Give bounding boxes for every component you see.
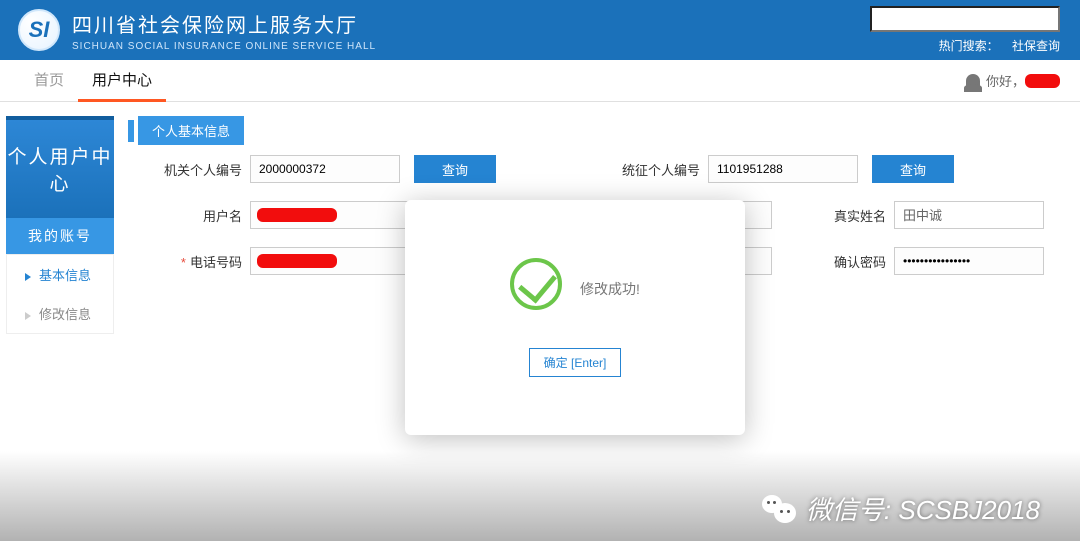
wechat-text: 微信号: SCSBJ2018 — [806, 490, 1040, 527]
wechat-watermark: 微信号: SCSBJ2018 — [762, 490, 1040, 527]
modal-ok-button[interactable]: 确定 [Enter] — [529, 348, 622, 377]
wechat-icon — [762, 495, 796, 523]
success-modal: 修改成功! 确定 [Enter] — [405, 200, 745, 435]
modal-message: 修改成功! — [580, 279, 640, 299]
check-circle-icon — [510, 258, 562, 310]
